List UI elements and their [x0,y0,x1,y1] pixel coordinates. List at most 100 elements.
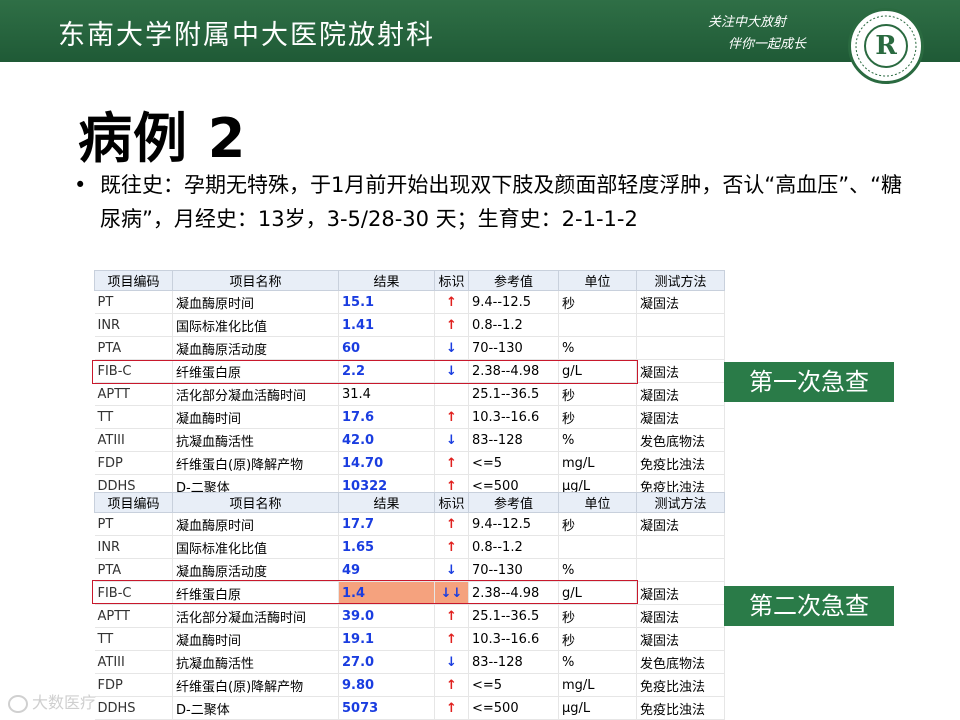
test-method: 凝固法 [636,604,725,628]
test-name: 抗凝血酶活性 [172,650,339,674]
column-header: 标识 [434,270,469,291]
table-row: PTA 凝血酶原活动度 49 ↓ 70--130% [94,558,725,582]
department-title: 东南大学附属中大医院放射科 [58,20,435,51]
slogan: 关注中大放射 伴你一起成长 [708,12,806,56]
slogan-line-2: 伴你一起成长 [728,37,807,52]
arrow-down-icon: ↓ [434,428,469,452]
test-method [636,558,725,582]
lab-table-2: 项目编码 项目名称 结果 标识 参考值 单位 测试方法 PT 凝血酶原时间 17.7 ↑ 9.4--… [94,492,725,720]
arrow-down-icon: ↓ [434,650,469,674]
test-result: 19.1 [338,627,435,651]
column-header: 参考值 [468,492,559,513]
test-method: 凝固法 [636,627,725,651]
column-header: 单位 [558,492,637,513]
unit: μg/L [558,696,637,720]
lab-table-1: 项目编码 项目名称 结果 标识 参考值 单位 测试方法 PT 凝血酶原时间 15.1 ↑ 9.4--… [94,270,725,498]
test-method [636,336,725,360]
test-method [636,313,725,337]
bullet-dot-icon: • [74,173,87,197]
test-name: 活化部分凝血活酶时间 [172,604,339,628]
arrow-up-icon: ↑ [434,627,469,651]
test-result: 14.70 [338,451,435,475]
test-name: 凝血酶时间 [172,627,339,651]
test-method: 免疫比浊法 [636,696,725,720]
test-code: INR [94,535,173,559]
test-method: 凝固法 [636,290,725,314]
table-row: PTA 凝血酶原活动度 60 ↓ 70--130% [94,336,725,360]
slide-title: 病例 2 [78,107,247,170]
column-header: 项目名称 [172,270,339,291]
test-name: 国际标准化比值 [172,313,339,337]
unit: 秒 [558,604,637,628]
test-code: APTT [94,382,173,406]
arrow-down-icon: ↓ [434,336,469,360]
logo-letter: R [864,24,908,68]
test-result: 15.1 [338,290,435,314]
test-name: 凝血酶原活动度 [172,558,339,582]
column-header: 项目编码 [94,270,173,291]
watermark-text: 大数医疗 [32,693,97,712]
arrow-up-icon: ↑ [434,673,469,697]
test-code: INR [94,313,173,337]
column-header: 项目名称 [172,492,339,513]
unit: % [558,336,637,360]
table-row: INR 国际标准化比值 1.41 ↑ 0.8--1.2 [94,313,725,337]
test-code: TT [94,405,173,429]
table-row: PT 凝血酶原时间 17.7 ↑ 9.4--12.5 秒凝固法 [94,512,725,536]
unit: 秒 [558,290,637,314]
unit: 秒 [558,627,637,651]
test-method: 免疫比浊法 [636,451,725,475]
test-method: 凝固法 [636,512,725,536]
reference-range: 83--128 [468,428,559,452]
test-method [636,535,725,559]
reference-range: 0.8--1.2 [468,535,559,559]
unit: % [558,650,637,674]
test-name: 纤维蛋白(原)降解产物 [172,673,339,697]
reference-range: 83--128 [468,650,559,674]
column-header: 单位 [558,270,637,291]
test-result: 9.80 [338,673,435,697]
test-result: 60 [338,336,435,360]
arrow-up-icon: ↑ [434,451,469,475]
reference-range: 9.4--12.5 [468,512,559,536]
table-row: ATIII 抗凝血酶活性 42.0 ↓ 83--128% 发色底物法 [94,428,725,452]
unit: 秒 [558,405,637,429]
test-code: PT [94,512,173,536]
reference-range: 70--130 [468,336,559,360]
test-code: PT [94,290,173,314]
reference-range: <=5 [468,673,559,697]
test-name: 纤维蛋白(原)降解产物 [172,451,339,475]
reference-range: 10.3--16.6 [468,405,559,429]
arrow-up-icon: ↑ [434,290,469,314]
column-header: 结果 [338,270,435,291]
arrow-down-icon: ↓ [434,558,469,582]
test-result: 1.41 [338,313,435,337]
test-code: FDP [94,451,173,475]
column-header: 测试方法 [636,492,725,513]
column-header: 标识 [434,492,469,513]
test-method: 凝固法 [636,359,725,383]
watermark-icon [8,694,28,713]
second-test-label: 第二次急查 [724,586,894,626]
test-code: FDP [94,673,173,697]
test-name: 凝血酶原时间 [172,290,339,314]
test-result: 5073 [338,696,435,720]
column-header: 测试方法 [636,270,725,291]
test-result: 1.65 [338,535,435,559]
arrow-up-icon: ↑ [434,405,469,429]
arrow-up-icon: ↑ [434,313,469,337]
test-code: PTA [94,336,173,360]
reference-range: <=5 [468,451,559,475]
table-header-row: 项目编码 项目名称 结果 标识 参考值 单位 测试方法 [94,492,725,513]
table-row: INR 国际标准化比值 1.65 ↑ 0.8--1.2 [94,535,725,559]
reference-range: 10.3--16.6 [468,627,559,651]
unit [558,535,637,559]
test-method: 发色底物法 [636,428,725,452]
history-bullet: • 既往史：孕期无特殊，于1月前开始出现双下肢及颜面部轻度浮肿，否认“高血压”、… [74,168,904,236]
test-result: 49 [338,558,435,582]
table-row: FDP 纤维蛋白(原)降解产物 9.80 ↑ <=5 mg/L 免疫比浊法 [94,673,725,697]
unit: % [558,428,637,452]
arrow-up-icon: ↑ [434,512,469,536]
slogan-line-1: 关注中大放射 [708,15,787,30]
table-row: PT 凝血酶原时间 15.1 ↑ 9.4--12.5 秒凝固法 [94,290,725,314]
